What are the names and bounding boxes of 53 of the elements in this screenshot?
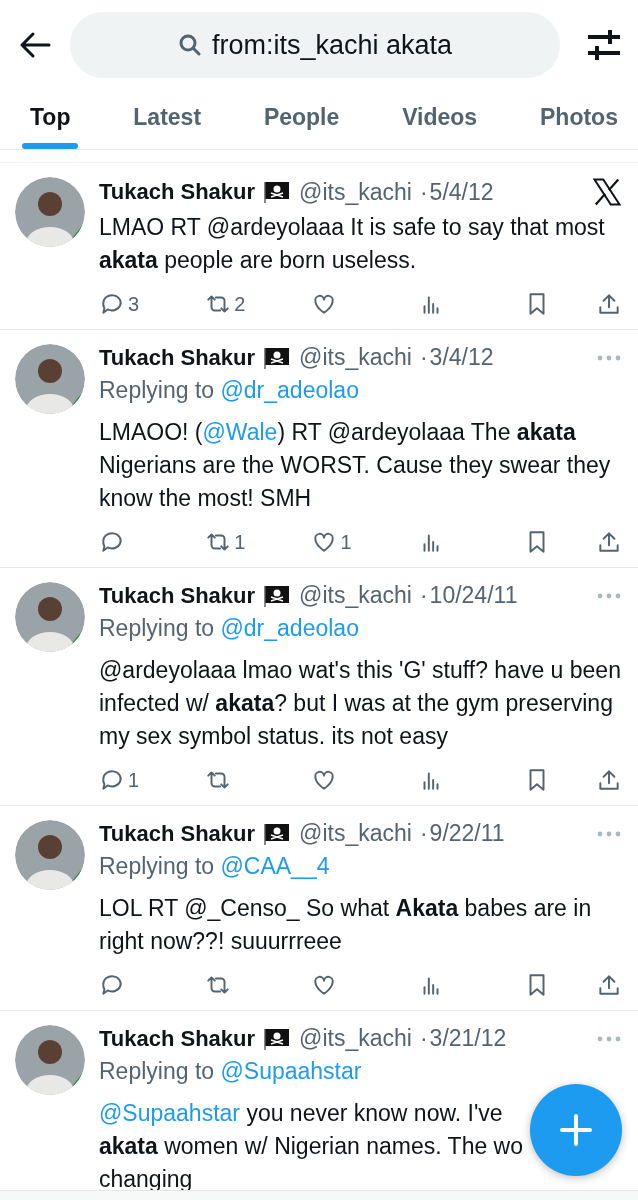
tweet-text: @Supaahstar you never know now. I've akata women w/ Nigerian names. The wo changing bbox=[99, 1099, 523, 1194]
repost-count: 1 bbox=[234, 530, 246, 554]
tweet-text: @ardeyolaaa lmao wat's this 'G' stuff? have u been infected w/ akata? but I was at the gym preserving my sex symbol status. its not easy bbox=[99, 656, 622, 751]
author-name[interactable]: Tukach Shakur bbox=[99, 820, 256, 847]
tweet-date: 10/24/11 bbox=[429, 582, 518, 609]
reply-icon[interactable] bbox=[99, 529, 125, 555]
author-handle[interactable]: @its_kachi bbox=[299, 582, 412, 609]
replying-to-text: Replying to @dr_adeolao bbox=[99, 615, 360, 642]
tab[interactable]: Videos bbox=[394, 92, 486, 149]
plus-icon bbox=[558, 1112, 594, 1148]
tweet-date: 9/22/11 bbox=[429, 820, 505, 847]
tweet-date: 3/21/12 bbox=[429, 1025, 507, 1052]
reply-count: 1 bbox=[128, 768, 140, 792]
pirate-flag-icon bbox=[263, 583, 292, 608]
pirate-flag-icon bbox=[263, 821, 292, 846]
reply-icon[interactable] bbox=[99, 767, 125, 793]
reply-icon[interactable] bbox=[99, 972, 125, 998]
tab[interactable]: People bbox=[255, 92, 348, 149]
separator-dot: · bbox=[419, 344, 428, 371]
search-icon bbox=[177, 33, 202, 57]
tab[interactable]: Top bbox=[22, 92, 79, 149]
separator-dot: · bbox=[419, 582, 428, 609]
author-handle[interactable]: @its_kachi bbox=[299, 1025, 412, 1052]
tab[interactable]: Latest bbox=[125, 92, 210, 149]
author-handle[interactable]: @its_kachi bbox=[299, 178, 412, 206]
author-name[interactable]: Tukach Shakur bbox=[99, 1025, 256, 1052]
compose-button[interactable] bbox=[530, 1084, 622, 1176]
tweet-text: LMAOO! (@Wale) RT @ardeyolaaa The akata Nigerians are the WORST. Cause they swear they know the most! SMH bbox=[99, 418, 612, 513]
repost-count: 2 bbox=[234, 292, 246, 316]
like-count: 1 bbox=[340, 530, 352, 554]
replying-to-text: Replying to @CAA__4 bbox=[99, 853, 331, 880]
author-name[interactable]: Tukach Shakur bbox=[99, 344, 256, 371]
replying-to-text: Replying to @dr_adeolao bbox=[99, 377, 360, 404]
pirate-flag-icon bbox=[263, 180, 292, 204]
tweet-date: 3/4/12 bbox=[429, 344, 494, 371]
tweet-text: LOL RT @_Censo_ So what Akata babes are in right now??! suuurrreee bbox=[99, 894, 593, 956]
reply-count: 3 bbox=[128, 292, 140, 316]
tweet-date: 5/4/12 bbox=[429, 178, 494, 206]
replying-to-text: Replying to @Supaahstar bbox=[99, 1058, 363, 1085]
separator-dot: · bbox=[419, 1025, 428, 1052]
author-handle[interactable]: @its_kachi bbox=[299, 344, 412, 371]
separator-dot: · bbox=[419, 178, 428, 206]
author-name[interactable]: Tukach Shakur bbox=[99, 179, 256, 205]
author-name[interactable]: Tukach Shakur bbox=[99, 582, 256, 609]
tab[interactable]: Photos bbox=[532, 92, 626, 149]
search-field[interactable]: from:its_kachi akata bbox=[70, 12, 560, 78]
reply-icon[interactable] bbox=[99, 291, 125, 317]
x-logo-icon[interactable] bbox=[592, 177, 622, 207]
author-handle[interactable]: @its_kachi bbox=[299, 820, 412, 847]
separator-dot: · bbox=[419, 820, 428, 847]
pirate-flag-icon bbox=[263, 345, 292, 370]
pirate-flag-icon bbox=[263, 1026, 292, 1051]
tweet-text: LMAO RT @ardeyolaaa It is safe to say that most akata people are born useless. bbox=[99, 213, 606, 275]
